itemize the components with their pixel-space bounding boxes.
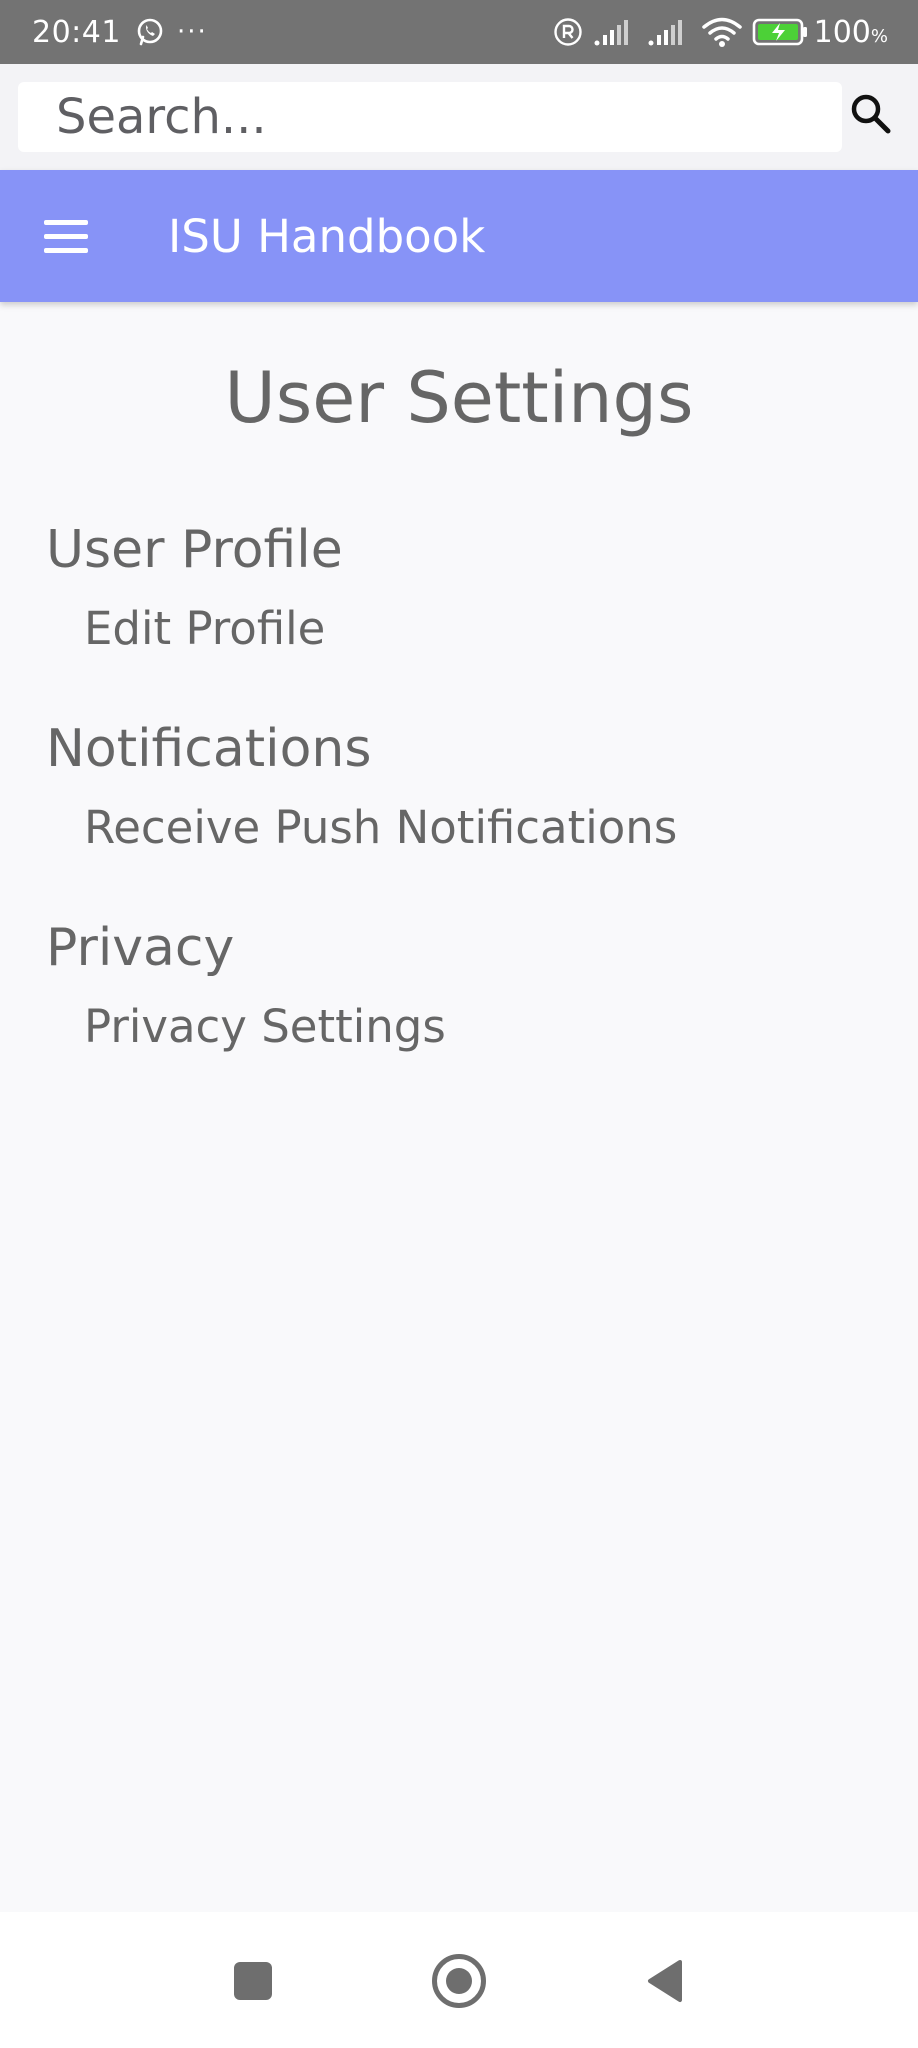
signal-icon [594, 18, 638, 46]
system-nav-bar [0, 1912, 918, 2048]
status-bar-right: 100% [552, 15, 888, 50]
section-heading-privacy: Privacy [46, 918, 235, 978]
privacy-settings-link[interactable]: Privacy Settings [84, 1000, 446, 1053]
home-icon-dot [446, 1968, 472, 1994]
status-bar: 20:41 ··· 100% [0, 0, 918, 64]
wifi-icon [701, 16, 742, 48]
edit-profile-link[interactable]: Edit Profile [84, 602, 325, 655]
status-bar-left: 20:41 ··· [32, 15, 208, 50]
recent-apps-icon[interactable] [234, 1962, 272, 2000]
menu-icon [44, 247, 88, 253]
section-heading-notifications: Notifications [46, 719, 372, 779]
page-title: User Settings [224, 357, 694, 439]
search-bar: Search... [0, 64, 918, 170]
battery-percent: 100% [814, 15, 888, 50]
battery-percent-value: 100 [813, 14, 871, 50]
registered-icon [552, 16, 584, 48]
section-heading-user-profile: User Profile [46, 520, 343, 580]
menu-icon [44, 219, 88, 225]
battery-percent-sign: % [870, 25, 888, 47]
menu-button[interactable] [38, 210, 94, 262]
whatsapp-icon [135, 17, 165, 47]
more-notifications-icon: ··· [176, 17, 208, 47]
search-input[interactable]: Search... [18, 82, 842, 152]
app-bar: ISU Handbook [0, 170, 918, 302]
signal-icon [648, 18, 692, 46]
back-icon[interactable] [644, 1958, 684, 2004]
menu-icon [44, 233, 88, 239]
app-title: ISU Handbook [168, 209, 486, 263]
battery-charging-icon [752, 17, 810, 47]
status-time: 20:41 [32, 14, 121, 50]
search-placeholder: Search... [56, 89, 267, 145]
search-button[interactable] [846, 84, 896, 144]
search-icon [851, 94, 891, 134]
home-icon[interactable] [432, 1954, 486, 2008]
push-notifications-link[interactable]: Receive Push Notifications [84, 801, 677, 854]
